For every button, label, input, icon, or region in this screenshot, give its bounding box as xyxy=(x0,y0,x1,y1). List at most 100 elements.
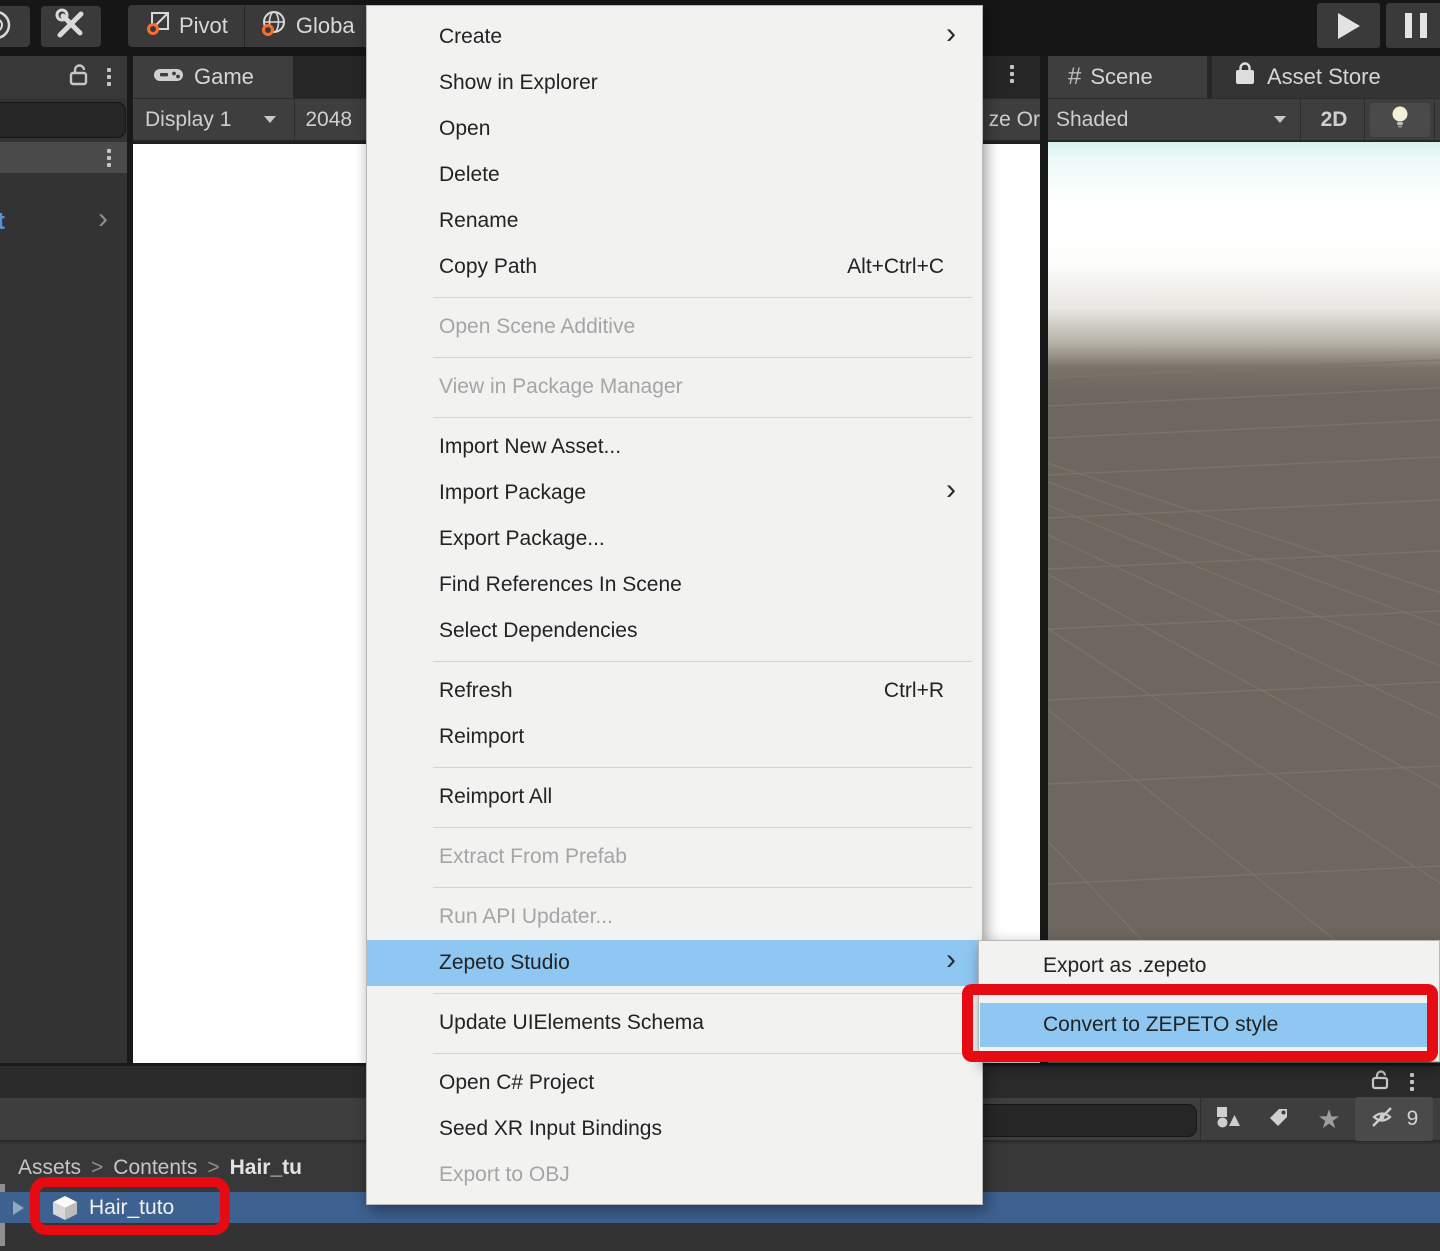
submenu-arrow-icon: › xyxy=(946,19,956,49)
scene-ground-grid xyxy=(1048,142,1440,1063)
tab-game[interactable]: Game xyxy=(133,56,293,98)
left-panel-subheader xyxy=(0,142,127,173)
left-panel-menu-icon[interactable] xyxy=(107,68,111,86)
tab-scene[interactable]: # Scene xyxy=(1048,56,1207,98)
menu-item-open-c-project[interactable]: Open C# Project xyxy=(367,1060,982,1106)
menu-separator xyxy=(367,654,982,668)
clipped-item-label: t xyxy=(0,208,5,236)
menu-item-rename[interactable]: Rename xyxy=(367,198,982,244)
menu-item-shortcut: Alt+Ctrl+C xyxy=(847,255,956,279)
menu-item-create[interactable]: Create› xyxy=(367,14,982,60)
tab-asset-store[interactable]: Asset Store xyxy=(1212,56,1440,98)
annotation-hair-tuto-asset xyxy=(30,1177,230,1235)
menu-item-select-dependencies[interactable]: Select Dependencies xyxy=(367,608,982,654)
context-menu: Create› Show in Explorer Open Delete Rename C… xyxy=(366,5,983,1205)
menu-item-seed-xr-input-bindings[interactable]: Seed XR Input Bindings xyxy=(367,1106,982,1152)
menu-item-label: View in Package Manager xyxy=(439,375,956,399)
menu-item-run-api-updater: Run API Updater... xyxy=(367,894,982,940)
menu-item-refresh[interactable]: RefreshCtrl+R xyxy=(367,668,982,714)
menu-item-export-package[interactable]: Export Package... xyxy=(367,516,982,562)
scene-toolbar: Shaded 2D xyxy=(1048,98,1440,140)
menu-item-import-new-asset[interactable]: Import New Asset... xyxy=(367,424,982,470)
menu-separator xyxy=(367,1046,982,1060)
chevron-right-icon[interactable]: › xyxy=(98,202,108,236)
menu-item-label: Show in Explorer xyxy=(439,71,956,95)
menu-item-zepeto-studio[interactable]: Zepeto Studio› xyxy=(367,940,982,986)
menu-item-view-in-package-manager: View in Package Manager xyxy=(367,364,982,410)
menu-item-open[interactable]: Open xyxy=(367,106,982,152)
eye-slash-icon xyxy=(1370,1105,1404,1134)
pause-button[interactable] xyxy=(1386,3,1440,48)
toggle-2d-button[interactable]: 2D xyxy=(1308,103,1360,137)
panel-divider[interactable] xyxy=(1040,56,1048,1063)
menu-item-label: Find References In Scene xyxy=(439,573,956,597)
pivot-toggle-button[interactable]: Pivot xyxy=(128,5,245,47)
menu-item-shortcut: Ctrl+R xyxy=(884,679,956,703)
resolution-selector[interactable]: 2048 xyxy=(295,108,352,132)
expand-arrow-icon[interactable] xyxy=(13,1201,24,1215)
menu-item-import-package[interactable]: Import Package› xyxy=(367,470,982,516)
global-toggle-button[interactable]: Globa xyxy=(245,5,371,47)
menu-item-label: Open C# Project xyxy=(439,1071,956,1095)
menu-item-label: Seed XR Input Bindings xyxy=(439,1117,956,1141)
menu-item-label: Export to OBJ xyxy=(439,1163,956,1187)
menu-item-delete[interactable]: Delete xyxy=(367,152,982,198)
menu-item-label: Extract From Prefab xyxy=(439,845,956,869)
submenu-arrow-icon: › xyxy=(946,475,956,505)
menu-separator xyxy=(367,410,982,424)
menu-item-label: Open Scene Additive xyxy=(439,315,956,339)
menu-separator xyxy=(367,880,982,894)
grid-icon: # xyxy=(1068,63,1081,91)
menu-item-label: Select Dependencies xyxy=(439,619,956,643)
menu-separator xyxy=(367,760,982,774)
menu-item-label: Rename xyxy=(439,209,956,233)
play-button[interactable] xyxy=(1317,3,1380,48)
menu-item-label: Copy Path xyxy=(439,255,847,279)
breadcrumb-item-hair-tu[interactable]: Hair_tu xyxy=(230,1156,302,1180)
left-dock-panel: t › xyxy=(0,56,127,1063)
menu-item-label: Export Package... xyxy=(439,527,956,551)
project-panel-menu-icon[interactable] xyxy=(1410,1073,1414,1091)
tools-icon xyxy=(54,8,88,45)
game-view-menu-icon[interactable] xyxy=(1010,65,1014,83)
chevron-down-icon[interactable] xyxy=(264,116,276,123)
favorites-star-button[interactable]: ★ xyxy=(1306,1097,1352,1141)
shapes-filter-icon xyxy=(1215,1105,1241,1134)
menu-item-copy-path[interactable]: Copy PathAlt+Ctrl+C xyxy=(367,244,982,290)
pause-icon xyxy=(1405,13,1412,38)
menu-item-label: Update UIElements Schema xyxy=(439,1011,956,1035)
menu-item-reimport-all[interactable]: Reimport All xyxy=(367,774,982,820)
menu-item-label: Refresh xyxy=(439,679,884,703)
lock-icon[interactable] xyxy=(1370,1068,1392,1097)
transform-tool-icon xyxy=(0,6,22,47)
menu-item-show-in-explorer[interactable]: Show in Explorer xyxy=(367,60,982,106)
submenu-arrow-icon: › xyxy=(946,945,956,975)
shading-mode-dropdown[interactable]: Shaded xyxy=(1048,108,1128,132)
left-panel-search-input[interactable] xyxy=(0,102,126,138)
gamepad-icon xyxy=(153,64,185,90)
filter-by-type-button[interactable] xyxy=(1204,1097,1252,1141)
filter-by-label-button[interactable] xyxy=(1256,1097,1302,1141)
globe-icon xyxy=(261,10,288,43)
scene-viewport[interactable] xyxy=(1048,142,1440,1063)
menu-item-label: Delete xyxy=(439,163,956,187)
hidden-count: 9 xyxy=(1407,1107,1419,1131)
display-selector[interactable]: Display 1 xyxy=(133,108,231,132)
menu-item-label: Reimport All xyxy=(439,785,956,809)
menu-item-reimport[interactable]: Reimport xyxy=(367,714,982,760)
menu-item-open-scene-additive: Open Scene Additive xyxy=(367,304,982,350)
menu-item-find-references-in-scene[interactable]: Find References In Scene xyxy=(367,562,982,608)
menu-separator xyxy=(367,350,982,364)
lock-icon[interactable] xyxy=(67,62,91,93)
menu-separator xyxy=(367,986,982,1000)
submenu-item-export-as-zepeto[interactable]: Export as .zepeto xyxy=(980,943,1438,989)
custom-editor-tools-button[interactable] xyxy=(41,6,101,47)
menu-item-update-uielements-schema[interactable]: Update UIElements Schema xyxy=(367,1000,982,1046)
hidden-objects-button[interactable]: 9 xyxy=(1355,1097,1433,1141)
subheader-menu-icon[interactable] xyxy=(107,149,111,167)
chevron-down-icon[interactable] xyxy=(1274,116,1286,123)
menu-item-export-to-obj: Export to OBJ xyxy=(367,1152,982,1198)
scene-lighting-button[interactable] xyxy=(1370,103,1430,137)
transform-tool-button[interactable] xyxy=(0,6,30,47)
scene-tabstrip: # Scene Asset Store xyxy=(1048,56,1440,98)
